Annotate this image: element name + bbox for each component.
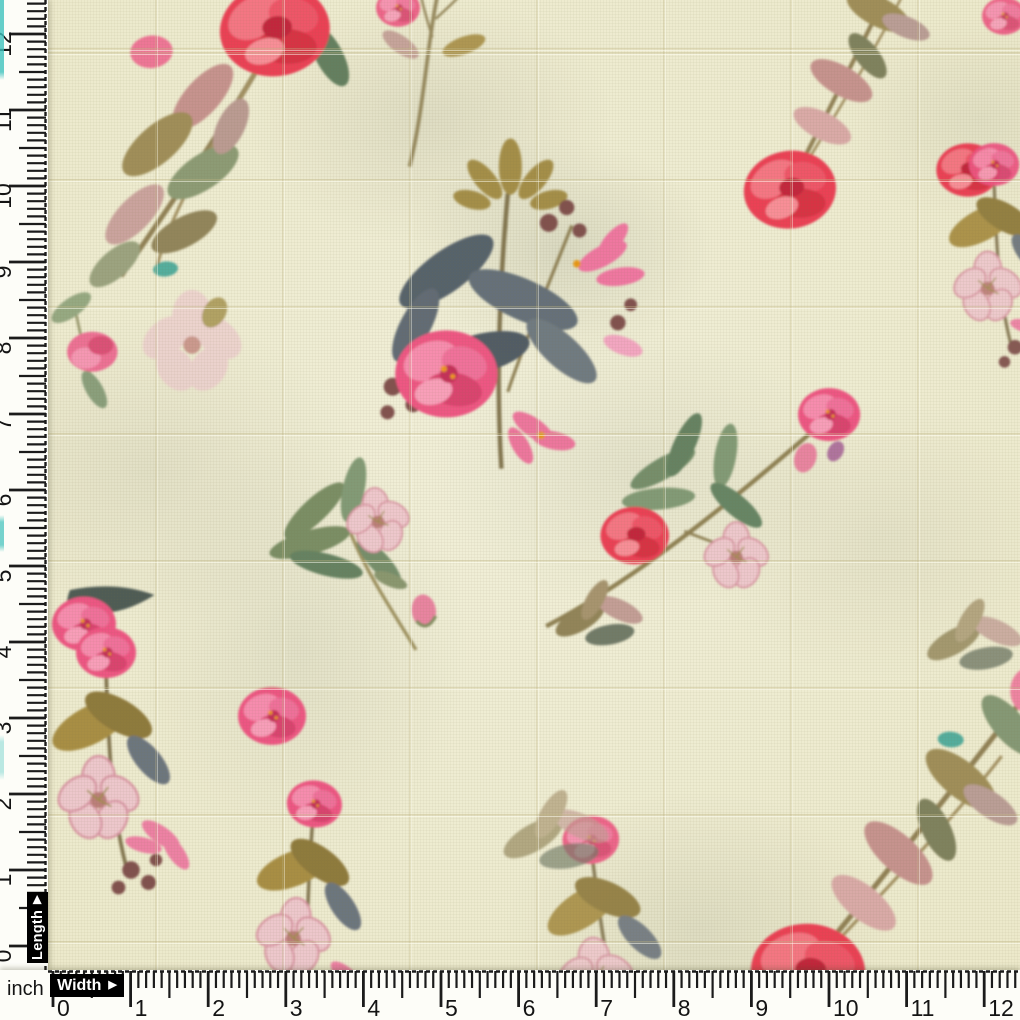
svg-text:1: 1 (0, 874, 16, 887)
floral-cluster (546, 388, 860, 649)
svg-text:10: 10 (0, 183, 16, 209)
floral-cluster (238, 687, 306, 745)
floral-cluster (134, 290, 249, 398)
floral-cluster (748, 650, 1020, 1020)
svg-text:4: 4 (367, 995, 380, 1020)
floral-cluster (982, 0, 1020, 35)
svg-text:9: 9 (755, 995, 768, 1020)
left-ruler: 0123456789101112 (0, 0, 48, 970)
svg-text:7: 7 (600, 995, 613, 1020)
svg-text:9: 9 (0, 266, 16, 279)
floral-cluster (54, 0, 377, 297)
svg-text:11: 11 (0, 108, 16, 132)
bottom-ruler: 0123456789101112 (0, 970, 1020, 1020)
svg-text:0: 0 (57, 995, 70, 1020)
svg-text:2: 2 (0, 798, 16, 811)
svg-text:4: 4 (0, 645, 16, 658)
floral-cluster (357, 0, 503, 176)
svg-text:11: 11 (911, 995, 935, 1020)
width-label: Width ▶ (50, 974, 124, 997)
svg-text:0: 0 (0, 950, 16, 963)
svg-text:6: 6 (523, 995, 536, 1020)
floral-cluster (380, 138, 645, 468)
svg-text:8: 8 (678, 995, 691, 1020)
svg-text:2: 2 (212, 995, 225, 1020)
fabric-photo: 0123456789101112 0123456789101112 Length… (0, 0, 1020, 1020)
floral-print (0, 0, 1020, 1020)
floral-cluster (47, 287, 118, 412)
svg-text:12: 12 (988, 995, 1014, 1020)
bottom-ruler-ticks: 0123456789101112 (0, 970, 1020, 1020)
arrow-right-icon: ▶ (32, 895, 43, 904)
length-label: Length ▶ (27, 892, 48, 963)
svg-text:3: 3 (290, 995, 303, 1020)
svg-text:6: 6 (0, 494, 16, 507)
floral-cluster (256, 446, 441, 668)
width-label-text: Width (57, 977, 101, 995)
svg-text:1: 1 (135, 995, 148, 1020)
svg-text:3: 3 (0, 722, 16, 735)
floral-cluster (45, 627, 194, 894)
svg-text:12: 12 (0, 31, 16, 57)
svg-text:8: 8 (0, 342, 16, 355)
svg-text:5: 5 (445, 995, 458, 1020)
length-label-text: Length (30, 910, 46, 960)
floral-cluster (708, 0, 972, 235)
svg-text:5: 5 (0, 570, 16, 583)
left-ruler-ticks: 0123456789101112 (0, 0, 48, 970)
svg-text:7: 7 (0, 418, 16, 431)
arrow-right-icon: ▶ (108, 980, 116, 991)
svg-text:10: 10 (833, 995, 859, 1020)
unit-label: inch (7, 978, 44, 1001)
floral-cluster (376, 0, 420, 27)
floral-cluster (922, 595, 1020, 674)
